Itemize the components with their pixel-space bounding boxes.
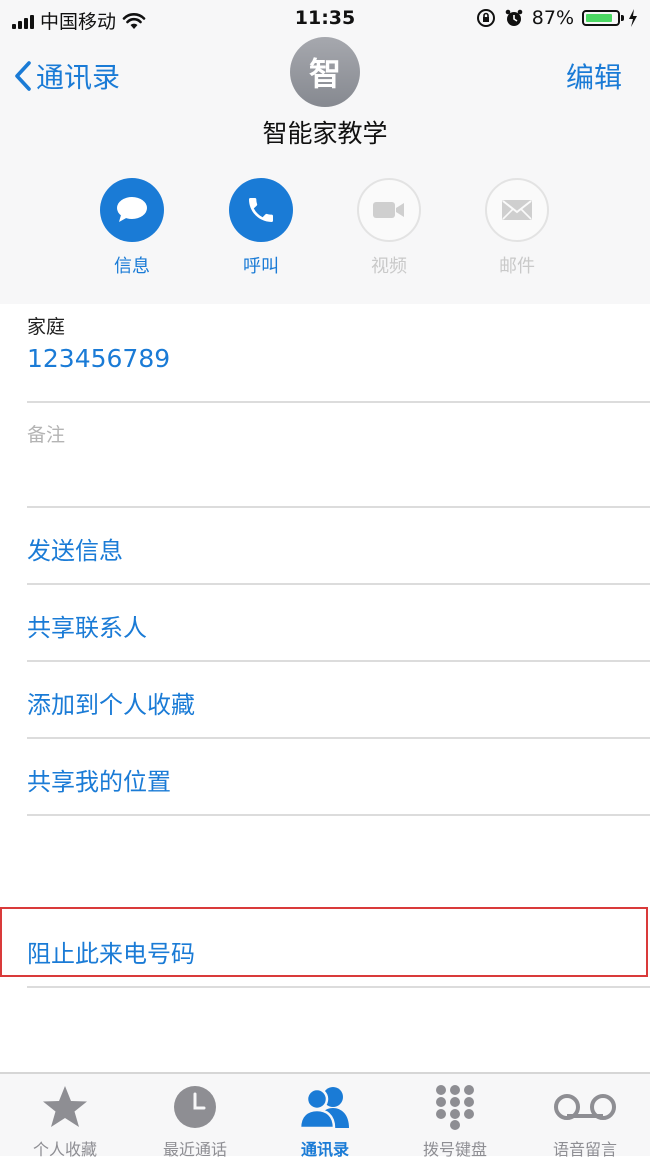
- back-button-label: 通讯录: [36, 61, 121, 94]
- message-icon: [117, 197, 147, 222]
- tab-recents-label: 最近通话: [162, 1140, 227, 1159]
- tab-favorites-label: 个人收藏: [32, 1140, 97, 1159]
- avatar: 智: [290, 37, 360, 107]
- call-action-label: 呼叫: [243, 256, 279, 277]
- tab-contacts[interactable]: 通讯录: [260, 1082, 390, 1160]
- keypad-icon: [436, 1085, 474, 1130]
- video-action-circle: [357, 178, 421, 242]
- voicemail-icon: [554, 1094, 616, 1120]
- contacts-icon: [298, 1087, 349, 1130]
- phone-icon: [249, 198, 273, 222]
- divider: [27, 583, 650, 585]
- send-message-link[interactable]: 发送信息: [27, 531, 123, 566]
- tab-contacts-label: 通讯录: [300, 1140, 349, 1159]
- mail-action-button[interactable]: 邮件: [467, 178, 567, 278]
- call-action-button[interactable]: 呼叫: [211, 178, 311, 278]
- edit-button[interactable]: 编辑: [566, 56, 622, 96]
- divider: [27, 737, 650, 739]
- divider: [27, 986, 650, 988]
- status-right: 87%: [476, 7, 638, 29]
- tab-favorites[interactable]: 个人收藏: [0, 1082, 130, 1160]
- message-action-label: 信息: [114, 256, 150, 277]
- divider: [27, 660, 650, 662]
- divider: [27, 506, 650, 508]
- mail-action-label: 邮件: [499, 256, 535, 277]
- battery-percent: 87%: [531, 7, 574, 29]
- charging-icon: [629, 9, 637, 27]
- phone-type-label: 家庭: [27, 316, 66, 338]
- add-to-favorites-link[interactable]: 添加到个人收藏: [27, 685, 195, 720]
- divider: [27, 401, 650, 403]
- contact-name: 智能家教学: [262, 119, 388, 148]
- share-location-link[interactable]: 共享我的位置: [27, 762, 171, 797]
- divider: [27, 814, 650, 816]
- clock-icon: [174, 1086, 216, 1128]
- back-button[interactable]: 通讯录: [14, 56, 120, 96]
- mail-action-circle: [485, 178, 549, 242]
- tab-keypad[interactable]: 拨号键盘: [390, 1082, 520, 1160]
- tab-keypad-label: 拨号键盘: [422, 1140, 487, 1159]
- chevron-left-icon: [15, 61, 31, 91]
- phone-number-link[interactable]: 123456789: [27, 344, 170, 373]
- tab-voicemail[interactable]: 语音留言: [520, 1082, 650, 1160]
- share-contact-link[interactable]: 共享联系人: [27, 608, 147, 643]
- battery-level-fill: [586, 14, 612, 22]
- video-icon: [373, 202, 404, 218]
- mail-icon: [502, 200, 532, 220]
- alarm-icon: [505, 9, 523, 26]
- orientation-lock-icon: [476, 9, 495, 27]
- video-action-label: 视频: [371, 256, 407, 277]
- video-action-button[interactable]: 视频: [339, 178, 439, 278]
- call-action-circle: [229, 178, 293, 242]
- tab-voicemail-label: 语音留言: [552, 1140, 617, 1159]
- message-action-button[interactable]: 信息: [82, 178, 182, 278]
- message-action-circle: [100, 178, 164, 242]
- status-bar: 中国移动 11:35 87%: [0, 0, 650, 38]
- notes-field[interactable]: 备注: [27, 420, 65, 447]
- battery-icon: [582, 10, 624, 26]
- tab-bar: 个人收藏 最近通话 通讯录 拨号键盘 语音留言: [0, 1072, 650, 1159]
- block-caller-link[interactable]: 阻止此来电号码: [27, 934, 195, 969]
- star-icon: [43, 1086, 87, 1127]
- tab-recents[interactable]: 最近通话: [130, 1082, 260, 1160]
